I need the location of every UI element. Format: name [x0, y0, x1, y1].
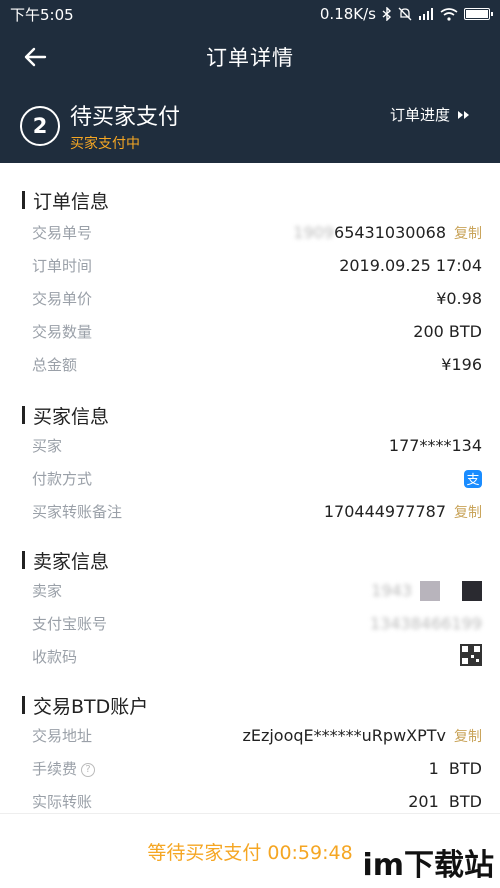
- row-value: 201 BTD: [408, 792, 482, 811]
- row-label: 收款码: [32, 648, 78, 666]
- seller-row: 卖家 1943: [22, 574, 482, 607]
- row-value: 200 BTD: [413, 322, 482, 341]
- unit-price-row: 交易单价 ¥0.98: [22, 282, 482, 315]
- copy-button[interactable]: 复制: [454, 223, 482, 243]
- row-label: 卖家: [32, 582, 63, 600]
- wifi-icon: [440, 7, 458, 21]
- fee-row: 手续费? 1 BTD: [22, 752, 482, 785]
- row-label: 订单时间: [32, 257, 93, 275]
- order-info-section: 订单信息 交易单号 190965431030068 复制 订单时间 2019.0…: [0, 186, 500, 381]
- status-bar: 下午5:05 0.18K/s: [0, 0, 500, 28]
- battery-icon: [464, 8, 493, 20]
- help-icon[interactable]: ?: [81, 762, 96, 777]
- order-progress-link[interactable]: 订单进度: [390, 104, 470, 125]
- signal-icon: [418, 8, 434, 20]
- section-title: 订单信息: [22, 186, 482, 214]
- order-progress-label: 订单进度: [389, 106, 450, 124]
- row-label: 交易地址: [32, 727, 93, 745]
- payment-method-row: 付款方式 支: [22, 462, 482, 495]
- order-status-subtitle: 买家支付中: [70, 136, 140, 152]
- quantity-row: 交易数量 200 BTD: [22, 315, 482, 348]
- order-number-value: 65431030068: [334, 223, 446, 242]
- btd-account-section: 交易BTD账户 交易地址 zEzjooqE******uRpwXPTv 复制 手…: [0, 691, 500, 818]
- seller-info-section: 卖家信息 卖家 1943 支付宝账号 13438466199 收款码: [0, 546, 500, 673]
- seller-avatar-dark: [462, 580, 482, 601]
- trade-address-value: zEzjooqE******uRpwXPTv: [242, 726, 446, 745]
- section-title: 卖家信息: [22, 546, 482, 574]
- row-value: ¥196: [441, 355, 482, 374]
- back-button[interactable]: [18, 42, 52, 72]
- row-label: 手续费: [32, 760, 78, 778]
- row-value: 1 BTD: [428, 759, 482, 778]
- alipay-account-masked: 13438466199: [370, 614, 482, 633]
- row-label: 支付宝账号: [32, 615, 108, 633]
- row-label: 交易单价: [32, 290, 93, 308]
- buyer-row: 买家 177****134: [22, 429, 482, 462]
- network-speed: 0.18K/s: [319, 5, 376, 23]
- buyer-remark-value: 170444977787: [323, 502, 446, 521]
- alipay-icon: 支: [464, 469, 482, 488]
- order-status-title: 待买家支付: [70, 105, 181, 130]
- qr-code-icon[interactable]: [460, 643, 482, 670]
- status-time: 下午5:05: [10, 5, 74, 24]
- trade-address-row: 交易地址 zEzjooqE******uRpwXPTv 复制: [22, 719, 482, 752]
- order-status-row: 2 待买家支付 买家支付中 订单进度: [0, 94, 500, 158]
- row-value: ¥0.98: [436, 289, 482, 308]
- row-value: 177****134: [388, 436, 482, 455]
- arrow-left-icon: [24, 47, 47, 67]
- page-title: 订单详情: [206, 46, 294, 70]
- row-value: 2019.09.25 17:04: [339, 256, 482, 275]
- total-amount-row: 总金额 ¥196: [22, 348, 482, 381]
- section-title: 买家信息: [22, 401, 482, 429]
- seller-name-masked: 1943: [371, 581, 412, 600]
- mute-icon: [398, 7, 412, 21]
- watermark: im下载站: [362, 848, 494, 883]
- row-label: 付款方式: [32, 470, 93, 488]
- row-label: 总金额: [32, 356, 78, 374]
- seller-avatar: [420, 580, 440, 601]
- double-arrow-right-icon: [458, 110, 469, 119]
- copy-button[interactable]: 复制: [454, 726, 482, 746]
- nav-bar: 订单详情: [0, 28, 500, 86]
- status-icons: 0.18K/s: [319, 5, 493, 23]
- qr-code-row: 收款码: [22, 640, 482, 673]
- row-label: 买家转账备注: [32, 503, 123, 521]
- step-badge: 2: [20, 106, 60, 146]
- bluetooth-icon: [382, 7, 392, 21]
- copy-button[interactable]: 复制: [454, 502, 482, 522]
- header: 下午5:05 0.18K/s 订单详情 2 待买家支付 买家支付中 订单进度: [0, 0, 500, 163]
- row-label: 实际转账: [32, 793, 93, 811]
- row-label: 交易单号: [32, 224, 93, 242]
- alipay-account-row: 支付宝账号 13438466199: [22, 607, 482, 640]
- order-number-row: 交易单号 190965431030068 复制: [22, 216, 482, 249]
- content: 订单信息 交易单号 190965431030068 复制 订单时间 2019.0…: [0, 163, 500, 813]
- order-number-masked: 1909: [293, 223, 335, 242]
- footer-bar: 等待买家支付 00:59:48 im下载站: [0, 813, 500, 888]
- order-time-row: 订单时间 2019.09.25 17:04: [22, 249, 482, 282]
- payment-countdown: 等待买家支付 00:59:48: [147, 841, 353, 864]
- row-label: 交易数量: [32, 323, 93, 341]
- row-label: 买家: [32, 437, 63, 455]
- buyer-info-section: 买家信息 买家 177****134 付款方式 支 买家转账备注 1704449…: [0, 401, 500, 528]
- section-title: 交易BTD账户: [22, 691, 482, 719]
- buyer-remark-row: 买家转账备注 170444977787 复制: [22, 495, 482, 528]
